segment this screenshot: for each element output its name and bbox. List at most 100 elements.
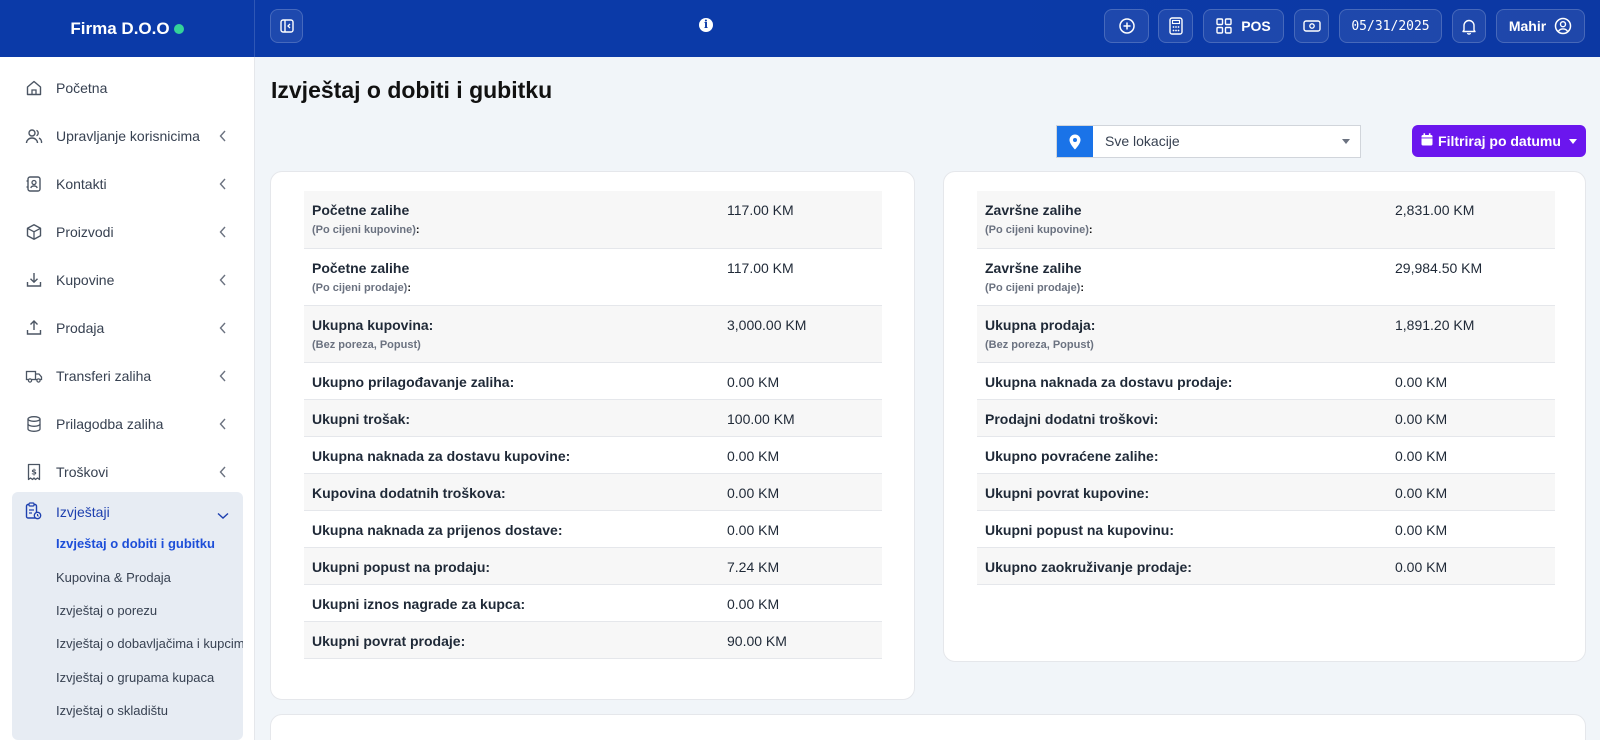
table-row: Ukupno povraćene zalihe: 0.00 KM <box>977 436 1555 474</box>
user-name: Mahir <box>1508 18 1547 34</box>
row-label: Ukupno povraćene zalihe: <box>977 436 1387 474</box>
row-value: 3,000.00 KM <box>719 305 882 363</box>
pos-button[interactable]: POS <box>1203 9 1284 43</box>
user-circle-icon <box>1554 17 1572 35</box>
row-sublabel: (Po cijeni prodaje): <box>985 281 1085 294</box>
row-label-cell: Ukupna prodaja: (Bez poreza, Popust) <box>977 305 1387 363</box>
chevron-left-icon <box>219 417 227 433</box>
sidebar-subitem-purchase-sale[interactable]: Kupovina & Prodaja <box>56 570 171 590</box>
sidebar-subitem-stock-report[interactable]: Izvještaj o skladištu <box>56 703 168 723</box>
row-label: Ukupna naknada za dostavu prodaje: <box>977 362 1387 400</box>
row-label: Ukupni popust na prodaju: <box>304 547 719 585</box>
row-label: Završne zalihe <box>985 202 1082 218</box>
row-label: Ukupno prilagođavanje zaliha: <box>304 362 719 400</box>
add-button[interactable] <box>1104 9 1149 43</box>
row-value: 0.00 KM <box>719 436 882 474</box>
sidebar-item-label: Transferi zaliha <box>56 368 152 384</box>
page-title: Izvještaj o dobiti i gubitku <box>271 77 553 103</box>
row-label: Ukupna kupovina: <box>312 316 434 333</box>
row-value: 0.00 KM <box>719 473 882 511</box>
filter-by-date-label: Filtriraj po datumu <box>1438 133 1561 149</box>
sidebar-item-prilagodba-zaliha[interactable]: Prilagodba zaliha <box>12 404 243 444</box>
upload-icon <box>24 318 44 338</box>
row-value: 7.24 KM <box>719 547 882 585</box>
row-label: Ukupni popust na kupovinu: <box>977 510 1387 548</box>
cash-icon <box>1302 19 1321 33</box>
row-value: 2,831.00 KM <box>1387 191 1555 249</box>
database-icon <box>24 414 44 434</box>
table-row: Ukupna naknada za dostavu kupovine: 0.00… <box>304 436 882 474</box>
sidebar-subitem-customer-groups[interactable]: Izvještaj o grupama kupaca <box>56 670 214 690</box>
sidebar-item-prodaja[interactable]: Prodaja <box>12 308 243 348</box>
caret-down-icon <box>1342 139 1350 144</box>
row-value: 1,891.20 KM <box>1387 305 1555 363</box>
chevron-left-icon <box>219 369 227 385</box>
closing-summary-card: Završne zalihe (Po cijeni kupovine): 2,83… <box>943 171 1586 662</box>
brand[interactable]: Firma D.O.O <box>0 0 255 57</box>
table-row: Završne zalihe (Po cijeni kupovine): 2,83… <box>977 191 1555 249</box>
sidebar-subitem-profit-loss[interactable]: Izvještaj o dobiti i gubitku <box>56 536 215 556</box>
sidebar-item-izvjestaji[interactable]: Izvještaji <box>12 492 243 532</box>
top-bar: Firma D.O.O i POS 05/31/2025 Mahir <box>0 0 1600 57</box>
row-value: 0.00 KM <box>719 584 882 622</box>
table-row: Ukupna naknada za dostavu prodaje: 0.00 … <box>977 362 1555 400</box>
chevron-left-icon <box>219 177 227 193</box>
sidebar-item-label: Proizvodi <box>56 224 114 240</box>
caret-down-icon <box>1568 138 1577 144</box>
table-row: Ukupni povrat prodaje: 90.00 KM <box>304 621 882 659</box>
sidebar-toggle-button[interactable] <box>270 9 303 43</box>
cash-button[interactable] <box>1294 9 1329 43</box>
row-sublabel: (Po cijeni kupovine): <box>312 224 420 236</box>
bottom-card <box>270 714 1586 740</box>
sidebar-item-upravljanje-korisnicima[interactable]: Upravljanje korisnicima <box>12 116 243 156</box>
chevron-left-icon <box>219 321 227 337</box>
notifications-button[interactable] <box>1452 9 1486 43</box>
sidebar-subitem-supplier-customer[interactable]: Izvještaj o dobavljačima i kupcima <box>56 636 243 656</box>
row-sublabel: (Bez poreza, Popust) <box>985 338 1094 351</box>
location-select-value: Sve lokacije <box>1105 133 1180 149</box>
row-label: Ukupni iznos nagrade za kupca: <box>304 584 719 622</box>
table-row: Ukupni povrat kupovine: 0.00 KM <box>977 473 1555 511</box>
sidebar-item-label: Kontakti <box>56 176 107 192</box>
row-label-cell: Ukupna kupovina: (Bez poreza, Popust) <box>304 305 719 363</box>
table-row: Ukupna kupovina: (Bez poreza, Popust) 3,0… <box>304 305 882 363</box>
pos-label: POS <box>1241 18 1271 34</box>
chevron-down-icon <box>217 507 229 523</box>
row-sublabel: (Po cijeni kupovine): <box>985 224 1093 236</box>
sidebar-item-kupovine[interactable]: Kupovine <box>12 260 243 300</box>
sidebar-item-troskovi[interactable]: $ Troškovi <box>12 452 243 492</box>
row-sublabel: (Bez poreza, Popust) <box>312 338 421 351</box>
filter-by-date-button[interactable]: Filtriraj po datumu <box>1412 125 1586 157</box>
row-value: 0.00 KM <box>719 362 882 400</box>
info-icon[interactable]: i <box>699 18 713 32</box>
sidebar-item-label: Prodaja <box>56 320 105 336</box>
row-label: Ukupni trošak: <box>304 399 719 437</box>
user-menu-button[interactable]: Mahir <box>1496 9 1585 43</box>
map-pin-icon <box>1057 126 1093 157</box>
date-display[interactable]: 05/31/2025 <box>1339 9 1442 43</box>
sidebar-item-transferi-zaliha[interactable]: Transferi zaliha <box>12 356 243 396</box>
row-label: Početne zalihe <box>312 202 410 218</box>
row-label: Kupovina dodatnih troškova: <box>304 473 719 511</box>
grid-icon <box>1216 18 1232 34</box>
table-row: Početne zalihe (Po cijeni prodaje): 117.0… <box>304 248 882 306</box>
sidebar-item-proizvodi[interactable]: Proizvodi <box>12 212 243 252</box>
row-label-cell: Završne zalihe (Po cijeni prodaje): <box>977 248 1387 306</box>
sidebar-item-label: Prilagodba zaliha <box>56 416 164 432</box>
sidebar-subitem-tax-report[interactable]: Izvještaj o porezu <box>56 603 157 623</box>
row-label: Prodajni dodatni troškovi: <box>977 399 1387 437</box>
status-dot <box>173 23 184 34</box>
sidebar-item-kontakti[interactable]: Kontakti <box>12 164 243 204</box>
sidebar-item-pocetna[interactable]: Početna <box>12 68 243 108</box>
location-select[interactable]: Sve lokacije <box>1056 125 1361 158</box>
row-label: Završne zalihe <box>985 259 1082 276</box>
table-row: Ukupno prilagođavanje zaliha: 0.00 KM <box>304 362 882 400</box>
sidebar-group-izvjestaji: Izvještaji Izvještaj o dobiti i gubitku … <box>12 492 243 740</box>
calculator-button[interactable] <box>1158 9 1193 43</box>
brand-name: Firma D.O.O <box>70 18 170 38</box>
row-value: 0.00 KM <box>719 510 882 548</box>
row-sublabel: (Po cijeni prodaje): <box>312 281 412 294</box>
row-label: Ukupni povrat kupovine: <box>977 473 1387 511</box>
chevron-left-icon <box>219 273 227 289</box>
sidebar: Početna Upravljanje korisnicima Kontakti… <box>0 57 255 740</box>
